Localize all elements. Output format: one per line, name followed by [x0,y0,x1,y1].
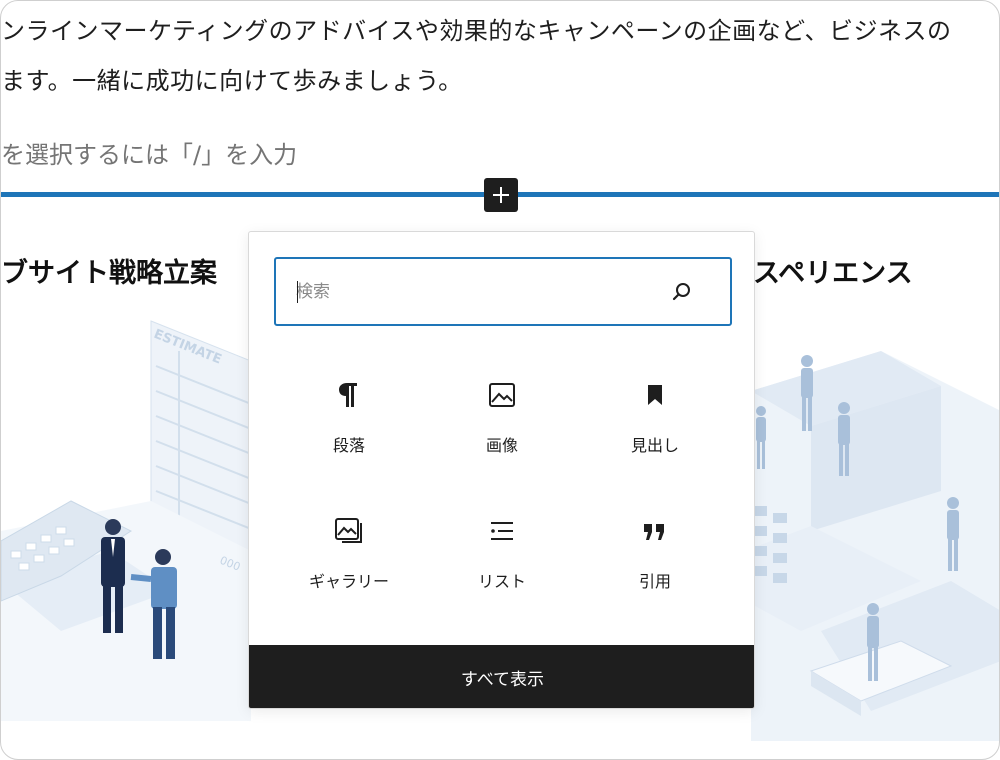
block-heading[interactable]: 見出し [579,362,731,482]
column-heading-right[interactable]: スペリエンス [753,251,913,290]
empty-block-placeholder[interactable]: を選択するには「/」を入力 [1,135,297,170]
paragraph-block-continued[interactable]: ます。一緒に成功に向けて歩みましょう。 [1,61,463,96]
block-label: ギャラリー [308,572,389,591]
show-all-button[interactable]: すべて表示 [249,645,754,708]
block-list[interactable]: リスト [426,498,578,618]
block-image[interactable]: 画像 [426,362,578,482]
image-icon [487,380,517,410]
block-gallery[interactable]: ギャラリー [273,498,425,618]
block-quote[interactable]: 引用 [579,498,731,618]
block-label: 見出し [630,436,679,455]
heading-icon [640,380,670,410]
column-heading-left[interactable]: ブサイト戦略立案 [1,251,217,290]
block-types-grid: 段落 画像 見出し ギャラリー リスト 引用 [273,362,731,632]
block-label: 引用 [638,572,671,591]
editor-canvas: ンラインマーケティングのアドバイスや効果的なキャンペーンの企画など、ビジネスの … [0,0,1000,760]
paragraph-icon [334,380,364,410]
block-search-input[interactable] [276,259,670,324]
search-icon [670,280,694,304]
business-illustration-left: ESTIMATE 000 [1,320,251,721]
block-paragraph[interactable]: 段落 [273,362,425,482]
block-label: 画像 [485,436,518,455]
block-label: 段落 [332,436,365,455]
quote-icon [640,516,670,546]
plus-icon [493,187,509,203]
list-icon [487,516,517,546]
block-label: リスト [477,572,526,591]
block-search-box[interactable] [274,257,732,326]
block-inserter-button[interactable] [484,178,518,212]
paragraph-block[interactable]: ンラインマーケティングのアドバイスや効果的なキャンペーンの企画など、ビジネスの [1,11,951,46]
estimate-label: ESTIMATE [152,327,224,368]
block-inserter-popover: 段落 画像 見出し [248,231,755,709]
text-cursor [297,281,298,303]
svg-text:000: 000 [218,554,242,574]
gallery-icon [334,516,364,546]
